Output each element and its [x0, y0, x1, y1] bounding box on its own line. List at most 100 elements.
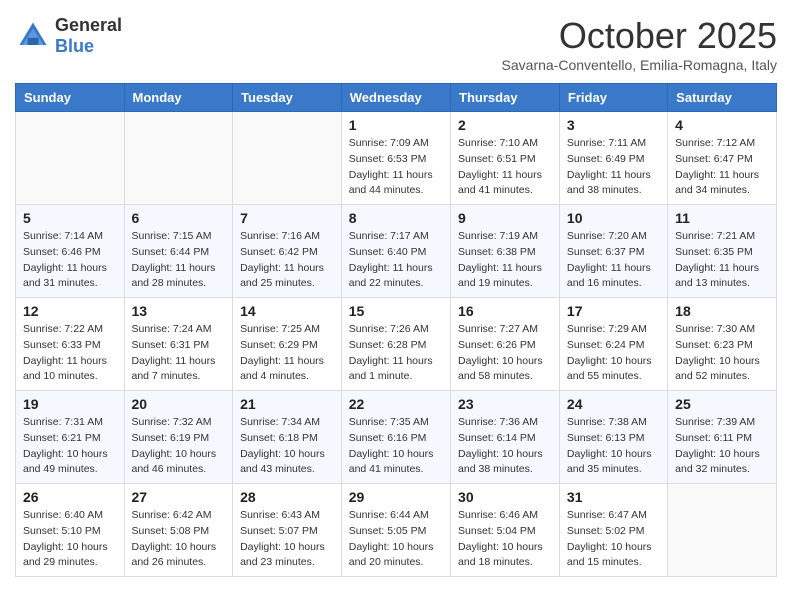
column-header-thursday: Thursday: [451, 84, 560, 112]
day-info: Sunrise: 7:29 AMSunset: 6:24 PMDaylight:…: [567, 322, 660, 385]
day-info: Sunrise: 6:43 AMSunset: 5:07 PMDaylight:…: [240, 508, 334, 571]
day-number: 3: [567, 117, 660, 133]
day-number: 4: [675, 117, 769, 133]
day-number: 29: [349, 489, 443, 505]
day-info: Sunrise: 7:31 AMSunset: 6:21 PMDaylight:…: [23, 415, 117, 478]
day-number: 2: [458, 117, 552, 133]
day-info: Sunrise: 7:24 AMSunset: 6:31 PMDaylight:…: [132, 322, 226, 385]
column-header-friday: Friday: [559, 84, 667, 112]
logo-text: General Blue: [55, 15, 122, 57]
calendar-week-1: 1 Sunrise: 7:09 AMSunset: 6:53 PMDaylight…: [16, 112, 777, 205]
day-info: Sunrise: 7:35 AMSunset: 6:16 PMDaylight:…: [349, 415, 443, 478]
logo-general: General: [55, 15, 122, 35]
calendar-cell: 14 Sunrise: 7:25 AMSunset: 6:29 PMDayligh…: [233, 298, 342, 391]
day-info: Sunrise: 7:22 AMSunset: 6:33 PMDaylight:…: [23, 322, 117, 385]
calendar-cell: 30 Sunrise: 6:46 AMSunset: 5:04 PMDayligh…: [451, 484, 560, 577]
day-number: 7: [240, 210, 334, 226]
calendar-cell: 13 Sunrise: 7:24 AMSunset: 6:31 PMDayligh…: [124, 298, 233, 391]
day-number: 22: [349, 396, 443, 412]
calendar-cell: 10 Sunrise: 7:20 AMSunset: 6:37 PMDayligh…: [559, 205, 667, 298]
day-info: Sunrise: 7:09 AMSunset: 6:53 PMDaylight:…: [349, 136, 443, 199]
calendar-cell: 26 Sunrise: 6:40 AMSunset: 5:10 PMDayligh…: [16, 484, 125, 577]
logo: General Blue: [15, 15, 122, 57]
day-info: Sunrise: 7:19 AMSunset: 6:38 PMDaylight:…: [458, 229, 552, 292]
day-number: 11: [675, 210, 769, 226]
calendar-cell: [668, 484, 777, 577]
day-info: Sunrise: 7:11 AMSunset: 6:49 PMDaylight:…: [567, 136, 660, 199]
day-info: Sunrise: 7:21 AMSunset: 6:35 PMDaylight:…: [675, 229, 769, 292]
day-number: 26: [23, 489, 117, 505]
day-number: 21: [240, 396, 334, 412]
day-number: 1: [349, 117, 443, 133]
day-info: Sunrise: 7:32 AMSunset: 6:19 PMDaylight:…: [132, 415, 226, 478]
calendar-cell: 6 Sunrise: 7:15 AMSunset: 6:44 PMDaylight…: [124, 205, 233, 298]
day-number: 28: [240, 489, 334, 505]
day-info: Sunrise: 6:46 AMSunset: 5:04 PMDaylight:…: [458, 508, 552, 571]
day-number: 14: [240, 303, 334, 319]
day-number: 13: [132, 303, 226, 319]
calendar-cell: 5Sunrise: 7:14 AMSunset: 6:46 PMDaylight…: [16, 205, 125, 298]
calendar-cell: 2Sunrise: 7:10 AMSunset: 6:51 PMDaylight…: [451, 112, 560, 205]
column-header-tuesday: Tuesday: [233, 84, 342, 112]
day-info: Sunrise: 6:47 AMSunset: 5:02 PMDaylight:…: [567, 508, 660, 571]
day-info: Sunrise: 7:26 AMSunset: 6:28 PMDaylight:…: [349, 322, 443, 385]
calendar-cell: 7 Sunrise: 7:16 AMSunset: 6:42 PMDaylight…: [233, 205, 342, 298]
day-number: 12: [23, 303, 117, 319]
calendar-week-4: 19Sunrise: 7:31 AMSunset: 6:21 PMDayligh…: [16, 391, 777, 484]
calendar-cell: 16 Sunrise: 7:27 AMSunset: 6:26 PMDayligh…: [451, 298, 560, 391]
day-info: Sunrise: 7:25 AMSunset: 6:29 PMDaylight:…: [240, 322, 334, 385]
calendar-cell: 21 Sunrise: 7:34 AMSunset: 6:18 PMDayligh…: [233, 391, 342, 484]
calendar-cell: 22 Sunrise: 7:35 AMSunset: 6:16 PMDayligh…: [341, 391, 450, 484]
calendar-cell: 19Sunrise: 7:31 AMSunset: 6:21 PMDayligh…: [16, 391, 125, 484]
logo-blue: Blue: [55, 36, 94, 56]
calendar-cell: 3 Sunrise: 7:11 AMSunset: 6:49 PMDaylight…: [559, 112, 667, 205]
column-header-sunday: Sunday: [16, 84, 125, 112]
day-info: Sunrise: 6:44 AMSunset: 5:05 PMDaylight:…: [349, 508, 443, 571]
calendar-cell: 8 Sunrise: 7:17 AMSunset: 6:40 PMDaylight…: [341, 205, 450, 298]
calendar-week-2: 5Sunrise: 7:14 AMSunset: 6:46 PMDaylight…: [16, 205, 777, 298]
calendar-week-5: 26 Sunrise: 6:40 AMSunset: 5:10 PMDayligh…: [16, 484, 777, 577]
day-info: Sunrise: 7:30 AMSunset: 6:23 PMDaylight:…: [675, 322, 769, 385]
calendar-cell: 11 Sunrise: 7:21 AMSunset: 6:35 PMDayligh…: [668, 205, 777, 298]
day-number: 25: [675, 396, 769, 412]
day-info: Sunrise: 7:34 AMSunset: 6:18 PMDaylight:…: [240, 415, 334, 478]
calendar-cell: 23 Sunrise: 7:36 AMSunset: 6:14 PMDayligh…: [451, 391, 560, 484]
day-number: 6: [132, 210, 226, 226]
column-header-monday: Monday: [124, 84, 233, 112]
day-number: 30: [458, 489, 552, 505]
day-number: 23: [458, 396, 552, 412]
day-info: Sunrise: 6:40 AMSunset: 5:10 PMDaylight:…: [23, 508, 117, 571]
logo-icon: [15, 18, 51, 54]
calendar-cell: 29 Sunrise: 6:44 AMSunset: 5:05 PMDayligh…: [341, 484, 450, 577]
calendar-cell: 17Sunrise: 7:29 AMSunset: 6:24 PMDayligh…: [559, 298, 667, 391]
calendar-cell: 9Sunrise: 7:19 AMSunset: 6:38 PMDaylight…: [451, 205, 560, 298]
calendar-cell: 4Sunrise: 7:12 AMSunset: 6:47 PMDaylight…: [668, 112, 777, 205]
day-info: Sunrise: 7:16 AMSunset: 6:42 PMDaylight:…: [240, 229, 334, 292]
location-subtitle: Savarna-Conventello, Emilia-Romagna, Ita…: [502, 57, 777, 73]
day-info: Sunrise: 6:42 AMSunset: 5:08 PMDaylight:…: [132, 508, 226, 571]
calendar-cell: 12 Sunrise: 7:22 AMSunset: 6:33 PMDayligh…: [16, 298, 125, 391]
calendar-cell: 18Sunrise: 7:30 AMSunset: 6:23 PMDayligh…: [668, 298, 777, 391]
day-info: Sunrise: 7:15 AMSunset: 6:44 PMDaylight:…: [132, 229, 226, 292]
calendar-cell: 20 Sunrise: 7:32 AMSunset: 6:19 PMDayligh…: [124, 391, 233, 484]
day-info: Sunrise: 7:27 AMSunset: 6:26 PMDaylight:…: [458, 322, 552, 385]
calendar-cell: 28 Sunrise: 6:43 AMSunset: 5:07 PMDayligh…: [233, 484, 342, 577]
day-info: Sunrise: 7:20 AMSunset: 6:37 PMDaylight:…: [567, 229, 660, 292]
day-number: 24: [567, 396, 660, 412]
day-number: 8: [349, 210, 443, 226]
day-info: Sunrise: 7:17 AMSunset: 6:40 PMDaylight:…: [349, 229, 443, 292]
column-header-saturday: Saturday: [668, 84, 777, 112]
calendar-cell: 31 Sunrise: 6:47 AMSunset: 5:02 PMDayligh…: [559, 484, 667, 577]
day-info: Sunrise: 7:38 AMSunset: 6:13 PMDaylight:…: [567, 415, 660, 478]
calendar-cell: [16, 112, 125, 205]
day-info: Sunrise: 7:36 AMSunset: 6:14 PMDaylight:…: [458, 415, 552, 478]
day-number: 31: [567, 489, 660, 505]
title-area: October 2025 Savarna-Conventello, Emilia…: [502, 15, 777, 73]
calendar-cell: 15 Sunrise: 7:26 AMSunset: 6:28 PMDayligh…: [341, 298, 450, 391]
day-number: 16: [458, 303, 552, 319]
calendar-cell: 24 Sunrise: 7:38 AMSunset: 6:13 PMDayligh…: [559, 391, 667, 484]
day-number: 10: [567, 210, 660, 226]
day-number: 20: [132, 396, 226, 412]
day-info: Sunrise: 7:39 AMSunset: 6:11 PMDaylight:…: [675, 415, 769, 478]
day-number: 15: [349, 303, 443, 319]
